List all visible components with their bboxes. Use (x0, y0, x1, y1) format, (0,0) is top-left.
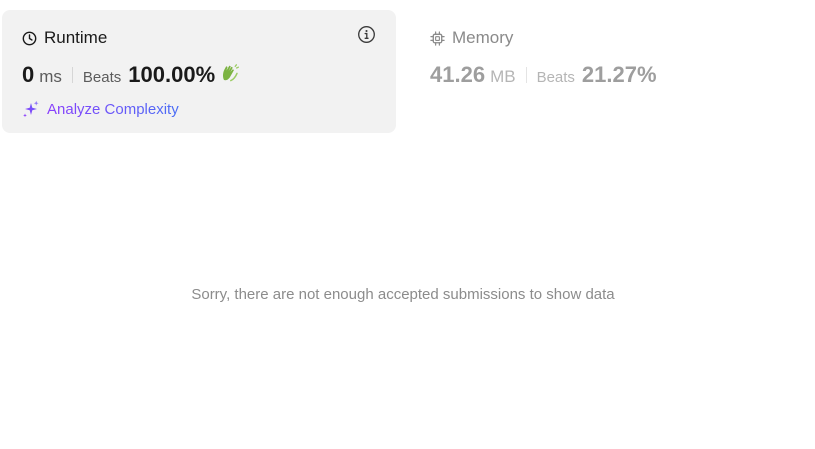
memory-value: 41.26 (430, 62, 486, 87)
runtime-beats-label: Beats (82, 69, 122, 86)
memory-beats-label: Beats (536, 69, 575, 86)
analyze-complexity-label: Analyze Complexity (47, 100, 179, 118)
sparkles-icon (22, 100, 40, 118)
chip-icon (430, 30, 445, 46)
divider (71, 67, 73, 83)
memory-header: Memory (430, 28, 513, 48)
runtime-beats-percent: 100.00% (128, 62, 216, 87)
runtime-value: 0 (22, 62, 35, 87)
runtime-stats: 0 ms Beats 100.00% (22, 62, 240, 88)
clapping-hands-icon (220, 63, 240, 88)
memory-stats: 41.26 MB Beats 21.27% (430, 62, 657, 88)
runtime-card[interactable]: Runtime 0 ms Beats 100.00% Analyze Compl… (2, 10, 396, 133)
memory-card[interactable]: Memory 41.26 MB Beats 21.27% (430, 10, 760, 133)
runtime-title: Runtime (44, 28, 108, 47)
info-icon[interactable] (357, 25, 376, 49)
runtime-header: Runtime (22, 28, 107, 48)
analyze-complexity-link[interactable]: Analyze Complexity (22, 100, 179, 118)
memory-title: Memory (452, 28, 514, 47)
divider (525, 67, 527, 83)
memory-beats-percent: 21.27% (581, 62, 657, 87)
memory-unit: MB (490, 67, 516, 86)
runtime-unit: ms (39, 67, 62, 86)
clock-icon (22, 31, 37, 46)
empty-chart-message: Sorry, there are not enough accepted sub… (191, 286, 615, 303)
